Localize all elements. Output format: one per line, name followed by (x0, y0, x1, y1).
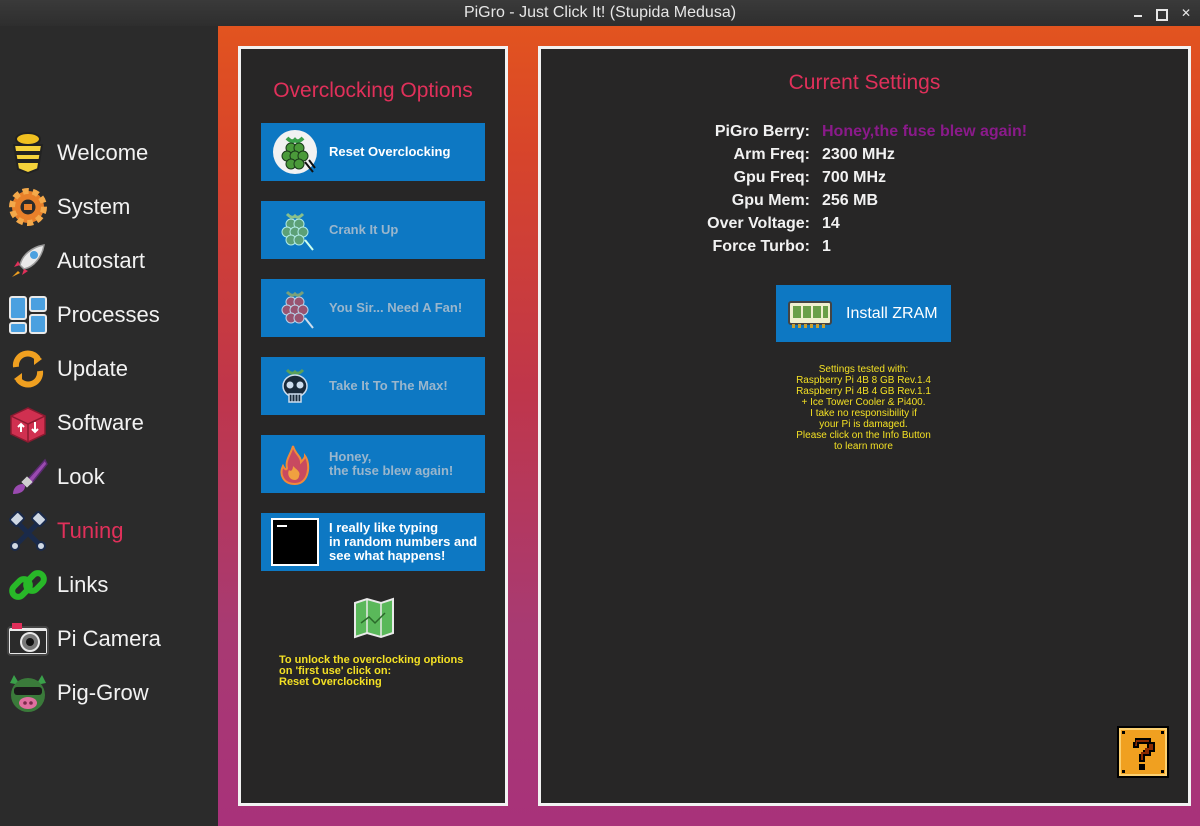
setting-row: Gpu Freq: 700 MHz (541, 169, 1188, 192)
setting-value: 256 MB (822, 192, 879, 209)
sidebar-item-label: System (57, 194, 131, 219)
pistons-icon (6, 509, 50, 553)
sidebar-item-links[interactable]: Links (6, 560, 211, 610)
setting-key: PiGro Berry: (714, 123, 810, 140)
crank-it-up-label: Crank It Up (329, 222, 399, 237)
package-icon (6, 401, 50, 445)
sidebar-item-update[interactable]: Update (6, 344, 211, 394)
fuse-blew-button[interactable]: Honey, the fuse blew again! (261, 435, 485, 493)
sidebar-item-label: Tuning (57, 518, 124, 543)
setting-row: Force Turbo: 1 (541, 238, 1188, 261)
tested-note: Settings tested with: Raspberry Pi 4B 8 … (796, 364, 931, 452)
setting-row: Arm Freq: 2300 MHz (541, 146, 1188, 169)
setting-value: 1 (822, 238, 831, 255)
setting-row: Over Voltage: 14 (541, 215, 1188, 238)
bee-icon (6, 131, 50, 175)
setting-key: Over Voltage: (707, 215, 810, 232)
overclocking-panel: Overclocking Options Reset Overclocking … (238, 46, 508, 806)
crank-it-up-button[interactable]: Crank It Up (261, 201, 485, 259)
sidebar-item-label: Pi Camera (57, 626, 161, 651)
sidebar-item-system[interactable]: System (6, 182, 211, 232)
sidebar-item-label: Pig-Grow (57, 680, 149, 705)
setting-key: Gpu Freq: (733, 169, 810, 186)
close-button[interactable]: ✕ (1180, 7, 1192, 19)
setting-value: 14 (822, 215, 840, 232)
windows-grid-icon (6, 293, 50, 337)
reset-overclocking-label: Reset Overclocking (329, 144, 451, 159)
sidebar: Welcome System Autostart Processes Updat… (0, 26, 218, 826)
sidebar-item-label: Update (57, 356, 128, 381)
refresh-icon (6, 347, 50, 391)
take-it-to-the-max-button[interactable]: Take It To The Max! (261, 357, 485, 415)
terminal-icon (269, 516, 321, 568)
sidebar-item-label: Look (57, 464, 105, 489)
install-zram-label: Install ZRAM (846, 304, 938, 322)
skull-raspberry-icon (269, 360, 321, 412)
overclocking-title: Overclocking Options (273, 79, 473, 102)
setting-row: PiGro Berry: Honey,the fuse blew again! (541, 123, 1188, 146)
custom-values-label: I really like typing in random numbers a… (329, 520, 478, 563)
title-bar: PiGro - Just Click It! (Stupida Medusa) … (0, 0, 1200, 26)
question-block-icon[interactable] (1117, 726, 1169, 778)
sidebar-item-label: Autostart (57, 248, 146, 273)
rocket-icon (6, 239, 50, 283)
setting-value: 2300 MHz (822, 146, 895, 163)
setting-row: Gpu Mem: 256 MB (541, 192, 1188, 215)
raspberry-reset-icon (269, 126, 321, 178)
sidebar-item-processes[interactable]: Processes (6, 290, 211, 340)
paintbrush-icon (6, 455, 50, 499)
raspberry-green-icon (269, 204, 321, 256)
fuse-blew-label: Honey, the fuse blew again! (329, 449, 454, 478)
camera-icon (6, 617, 50, 661)
ram-chip-icon (788, 300, 832, 328)
sidebar-item-autostart[interactable]: Autostart (6, 236, 211, 286)
pig-icon (6, 671, 50, 715)
sidebar-item-welcome[interactable]: Welcome (6, 128, 211, 178)
custom-values-button[interactable]: I really like typing in random numbers a… (261, 513, 485, 571)
sidebar-item-label: Processes (57, 302, 160, 327)
window-title: PiGro - Just Click It! (Stupida Medusa) (463, 4, 737, 21)
sidebar-item-label: Links (57, 572, 109, 597)
install-zram-button[interactable]: Install ZRAM (776, 285, 951, 342)
gear-icon (6, 185, 50, 229)
raspberry-red-icon (269, 282, 321, 334)
flame-raspberry-icon (269, 438, 321, 490)
chain-link-icon (6, 563, 50, 607)
minimize-button[interactable] (1132, 7, 1144, 19)
maximize-button[interactable] (1156, 7, 1168, 19)
sidebar-item-pig-grow[interactable]: Pig-Grow (6, 668, 211, 718)
setting-key: Gpu Mem: (731, 192, 810, 209)
sidebar-item-label: Welcome (57, 140, 149, 165)
unlock-note: To unlock the overclocking options on 'f… (279, 654, 464, 688)
setting-key: Arm Freq: (733, 146, 810, 163)
need-a-fan-button[interactable]: You Sir... Need A Fan! (261, 279, 485, 337)
sidebar-item-label: Software (57, 410, 144, 435)
current-settings-title: Current Settings (788, 71, 941, 94)
need-a-fan-label: You Sir... Need A Fan! (329, 300, 463, 315)
setting-value: 700 MHz (822, 169, 887, 186)
reset-overclocking-button[interactable]: Reset Overclocking (261, 123, 485, 181)
sidebar-item-tuning[interactable]: Tuning (6, 506, 211, 556)
take-it-to-the-max-label: Take It To The Max! (329, 378, 448, 393)
current-settings-panel: Current Settings PiGro Berry: Honey,the … (538, 46, 1191, 806)
map-icon[interactable] (353, 597, 395, 639)
sidebar-item-pi-camera[interactable]: Pi Camera (6, 614, 211, 664)
sidebar-item-software[interactable]: Software (6, 398, 211, 448)
setting-key: Force Turbo: (712, 238, 810, 255)
sidebar-item-look[interactable]: Look (6, 452, 211, 502)
setting-value: Honey,the fuse blew again! (822, 123, 1028, 140)
